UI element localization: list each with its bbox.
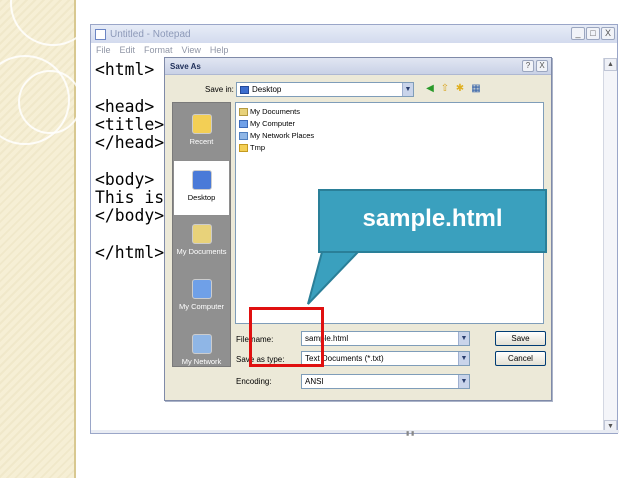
up-folder-icon[interactable]: ⇧ [439, 83, 451, 95]
save-button[interactable]: Save [495, 331, 546, 346]
file-name-input[interactable]: sample.html ▼ [301, 331, 470, 346]
save-in-dropdown[interactable]: Desktop ▼ [236, 82, 414, 97]
list-item[interactable]: My Computer [239, 119, 295, 128]
menu-file[interactable]: File [96, 45, 111, 55]
place-label: My Network [181, 357, 222, 366]
save-in-value: Desktop [252, 85, 282, 94]
views-menu-icon[interactable]: ▦ [470, 83, 482, 95]
cancel-button[interactable]: Cancel [495, 351, 546, 366]
place-my-network[interactable]: My Network [173, 325, 230, 381]
text-line [95, 79, 164, 97]
notepad-scrollbar[interactable]: ▲ ▼ [603, 58, 617, 433]
chevron-down-icon[interactable]: ▼ [458, 375, 469, 388]
file-name: My Network Places [250, 131, 315, 140]
place-my-documents[interactable]: My Documents [173, 215, 230, 271]
my-computer-icon [239, 119, 248, 128]
place-label: My Documents [176, 247, 227, 256]
places-bar: Recent Desktop My Documents My Computer … [172, 102, 231, 367]
help-button[interactable]: ? [522, 60, 534, 72]
text-line [95, 226, 164, 244]
place-label: Recent [189, 137, 214, 146]
folder-icon [239, 143, 248, 152]
desktop-icon [191, 170, 212, 190]
list-item[interactable]: Tmp [239, 143, 265, 152]
text-line: <head> [95, 96, 155, 116]
notepad-text-area[interactable]: <html> <head> <title> </head> <body> Thi… [95, 60, 165, 262]
save-in-label: Save in: [205, 85, 234, 94]
dialog-close-button[interactable]: X [536, 60, 548, 72]
text-line: </html> [95, 242, 165, 262]
my-documents-icon [239, 107, 248, 116]
slide-edge-mark: ▮ ▮ [406, 431, 415, 437]
file-name: My Computer [250, 119, 296, 128]
dialog-window-buttons: ? X [522, 60, 548, 72]
file-name: My Documents [250, 107, 301, 116]
text-line: This is [95, 188, 165, 208]
chevron-down-icon[interactable]: ▼ [402, 83, 413, 96]
place-my-computer[interactable]: My Computer [173, 270, 230, 326]
recent-icon [191, 114, 212, 134]
back-icon[interactable]: ◀ [424, 83, 436, 95]
slide-decoration-line [74, 0, 76, 478]
place-recent[interactable]: Recent [173, 105, 230, 161]
callout-pointer [307, 251, 361, 305]
close-button[interactable]: X [601, 27, 615, 40]
highlight-box [249, 307, 324, 367]
notepad-title: Untitled - Notepad [110, 28, 191, 40]
callout-box: sample.html [318, 189, 547, 253]
my-network-icon [239, 131, 248, 140]
list-item[interactable]: My Network Places [239, 131, 314, 140]
dialog-title-bar[interactable]: Save As [165, 58, 551, 75]
new-folder-icon[interactable]: ✱ [454, 83, 466, 95]
my-computer-icon [191, 279, 212, 299]
chevron-down-icon[interactable]: ▼ [458, 352, 469, 365]
menu-format[interactable]: Format [144, 45, 173, 55]
encoding-label: Encoding: [236, 377, 272, 386]
encoding-dropdown[interactable]: ANSI ▼ [301, 374, 470, 389]
notepad-title-bar[interactable]: Untitled - Notepad [91, 25, 617, 43]
text-line: <body> [95, 169, 155, 189]
menu-help[interactable]: Help [210, 45, 229, 55]
place-label: Desktop [187, 193, 216, 202]
chevron-down-icon[interactable]: ▼ [458, 332, 469, 345]
my-network-icon [191, 334, 212, 354]
desktop-small-icon [240, 85, 249, 94]
notepad-icon [95, 28, 106, 40]
notepad-window-buttons: _ □ X [571, 27, 615, 40]
text-line: <html> [95, 60, 155, 79]
my-documents-icon [191, 224, 212, 244]
text-line: </head> [95, 133, 165, 153]
list-item[interactable]: My Documents [239, 107, 300, 116]
menu-edit[interactable]: Edit [120, 45, 136, 55]
menu-view[interactable]: View [182, 45, 201, 55]
text-line: </body> [95, 206, 165, 226]
dialog-title: Save As [170, 61, 201, 71]
save-as-type-dropdown[interactable]: Text Documents (*.txt) ▼ [301, 351, 470, 366]
maximize-button[interactable]: □ [586, 27, 600, 40]
place-label: My Computer [178, 302, 224, 311]
file-name: Tmp [250, 143, 265, 152]
minimize-button[interactable]: _ [571, 27, 585, 40]
scroll-up-icon[interactable]: ▲ [604, 58, 617, 71]
notepad-menu-bar: File Edit Format View Help [91, 43, 617, 57]
notepad-bottom-edge [91, 430, 619, 433]
text-line [95, 152, 164, 170]
text-line: <title> [95, 114, 165, 134]
place-desktop[interactable]: Desktop [173, 160, 230, 216]
encoding-value: ANSI [305, 377, 324, 386]
